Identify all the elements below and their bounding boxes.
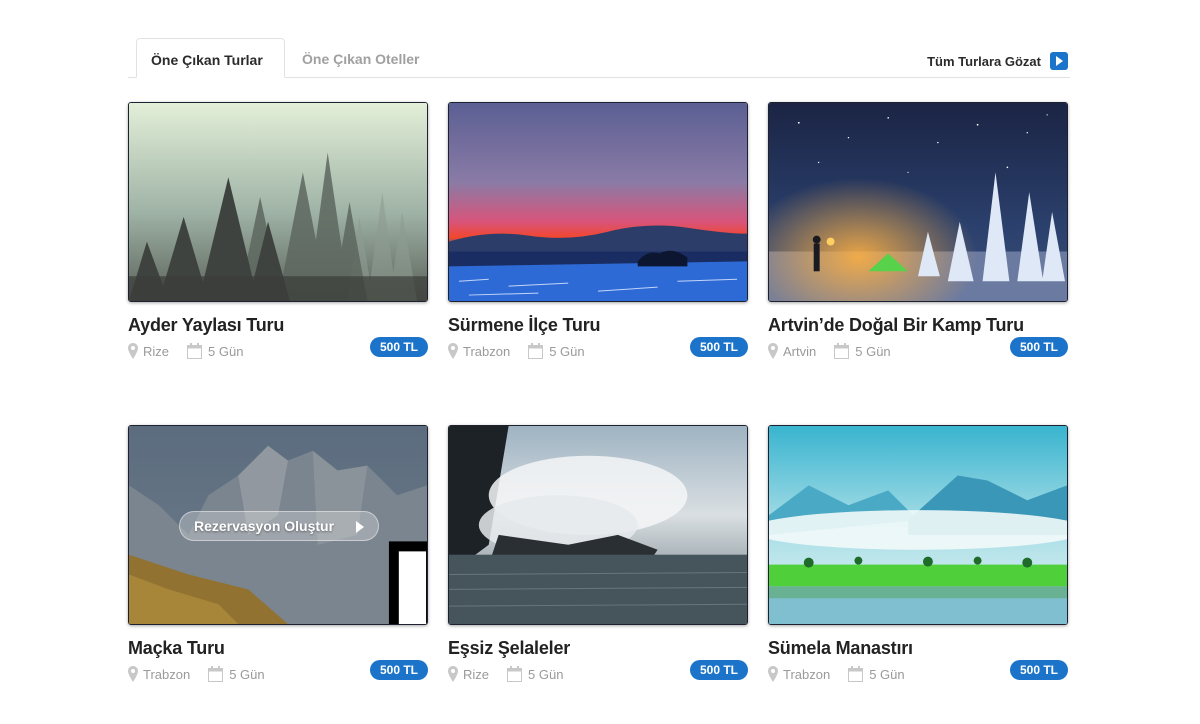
location-pin-icon — [448, 666, 458, 682]
browse-all-label: Tüm Turlara Gözat — [927, 53, 1041, 69]
tour-card: Rezervasyon Oluştur Maçka Turu Trabzon 5… — [128, 425, 428, 684]
price-badge: 500 TL — [369, 337, 428, 357]
tour-card: Artvin’de Doğal Bir Kamp Turu Artvin 5 G… — [768, 102, 1068, 361]
tour-duration: 5 Gün — [229, 666, 265, 682]
tour-meta: Rize 5 Gün 500 TL — [128, 337, 428, 361]
tour-location: Rize — [463, 666, 490, 682]
arrow-right-icon — [1050, 52, 1068, 70]
price-badge: 500 TL — [1009, 660, 1068, 680]
tour-card: Sürmene İlçe Turu Trabzon 5 Gün 500 TL — [448, 102, 748, 361]
tour-title[interactable]: Ayder Yaylası Turu — [128, 315, 428, 336]
tour-title[interactable]: Maçka Turu — [128, 638, 428, 659]
calendar-icon — [208, 666, 224, 682]
tour-location: Trabzon — [463, 343, 511, 359]
tour-title[interactable]: Sürmene İlçe Turu — [448, 315, 748, 336]
tour-meta: Rize 5 Gün 500 TL — [448, 660, 748, 684]
tab-featured-hotels[interactable]: Öne Çıkan Oteller — [288, 38, 433, 78]
calendar-icon — [187, 343, 203, 359]
browse-all-tours-link[interactable]: Tüm Turlara Gözat — [927, 52, 1068, 70]
hand-cursor-icon — [388, 541, 427, 624]
tour-card: Sümela Manastırı Trabzon 5 Gün 500 TL — [768, 425, 1068, 684]
tour-duration: 5 Gün — [549, 343, 585, 359]
price-badge: 500 TL — [689, 660, 748, 680]
calendar-icon — [507, 666, 523, 682]
tour-card: Eşsiz Şelaleler Rize 5 Gün 500 TL — [448, 425, 748, 684]
tour-duration: 5 Gün — [528, 666, 564, 682]
tour-meta: Artvin 5 Gün 500 TL — [768, 337, 1068, 361]
tour-image-foggy-forest[interactable] — [128, 102, 428, 302]
tour-title[interactable]: Eşsiz Şelaleler — [448, 638, 748, 659]
tour-meta: Trabzon 5 Gün 500 TL — [128, 660, 428, 684]
location-pin-icon — [128, 343, 138, 359]
location-pin-icon — [768, 343, 778, 359]
tour-location: Artvin — [783, 343, 817, 359]
location-pin-icon — [128, 666, 138, 682]
create-reservation-label: Rezervasyon Oluştur — [194, 518, 335, 534]
calendar-icon — [528, 343, 544, 359]
tour-duration: 5 Gün — [855, 343, 891, 359]
tour-location: Trabzon — [143, 666, 191, 682]
tour-card: Ayder Yaylası Turu Rize 5 Gün 500 TL — [128, 102, 428, 361]
tab-featured-tours[interactable]: Öne Çıkan Turlar — [136, 38, 285, 78]
tour-image-waterfall[interactable] — [448, 425, 748, 625]
tour-location: Rize — [143, 343, 170, 359]
tour-meta: Trabzon 5 Gün 500 TL — [448, 337, 748, 361]
calendar-icon — [834, 343, 850, 359]
location-pin-icon — [768, 666, 778, 682]
tour-meta: Trabzon 5 Gün 500 TL — [768, 660, 1068, 684]
tour-image-night-camp[interactable] — [768, 102, 1068, 302]
tour-title[interactable]: Sümela Manastırı — [768, 638, 1068, 659]
tab-bar: Öne Çıkan Turlar Öne Çıkan Oteller Tüm T… — [128, 38, 1070, 78]
tour-location: Trabzon — [783, 666, 831, 682]
price-badge: 500 TL — [369, 660, 428, 680]
calendar-icon — [848, 666, 864, 682]
tour-title[interactable]: Artvin’de Doğal Bir Kamp Turu — [768, 315, 1068, 336]
play-arrow-icon — [356, 521, 364, 533]
price-badge: 500 TL — [689, 337, 748, 357]
tour-duration: 5 Gün — [869, 666, 905, 682]
tour-image-mountains[interactable]: Rezervasyon Oluştur — [128, 425, 428, 625]
location-pin-icon — [448, 343, 458, 359]
tour-duration: 5 Gün — [208, 343, 244, 359]
price-badge: 500 TL — [1009, 337, 1068, 357]
tour-image-sunset-snow[interactable] — [448, 102, 748, 302]
tour-image-lake-mountains[interactable] — [768, 425, 1068, 625]
